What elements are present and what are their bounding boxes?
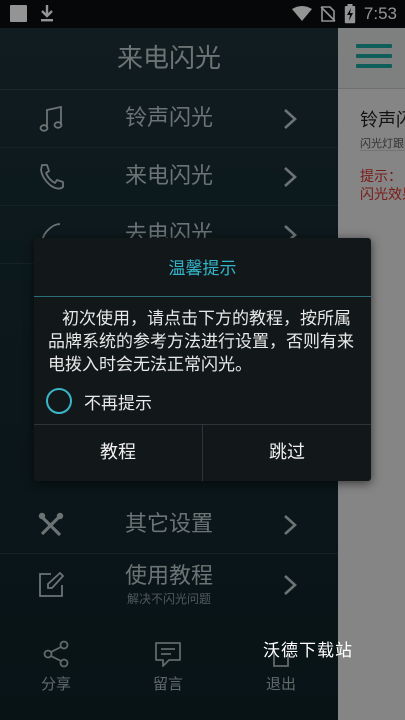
dont-show-again-checkbox[interactable]: 不再提示	[46, 386, 266, 416]
watermark-text: 沃德下载站	[263, 641, 353, 661]
tutorial-button[interactable]: 教程	[34, 425, 202, 481]
radio-unchecked-icon[interactable]	[46, 388, 72, 414]
tips-dialog: 温馨提示 初次使用，请点击下方的教程，按所属品牌系统的参考方法进行设置，否则有来…	[34, 238, 371, 481]
dialog-message: 初次使用，请点击下方的教程，按所属品牌系统的参考方法进行设置，否则有来电拨入时会…	[48, 309, 354, 375]
dialog-title-divider	[34, 296, 371, 297]
skip-button[interactable]: 跳过	[203, 425, 371, 481]
dialog-title: 温馨提示	[168, 259, 237, 279]
dont-show-again-label: 不再提示	[84, 394, 152, 414]
